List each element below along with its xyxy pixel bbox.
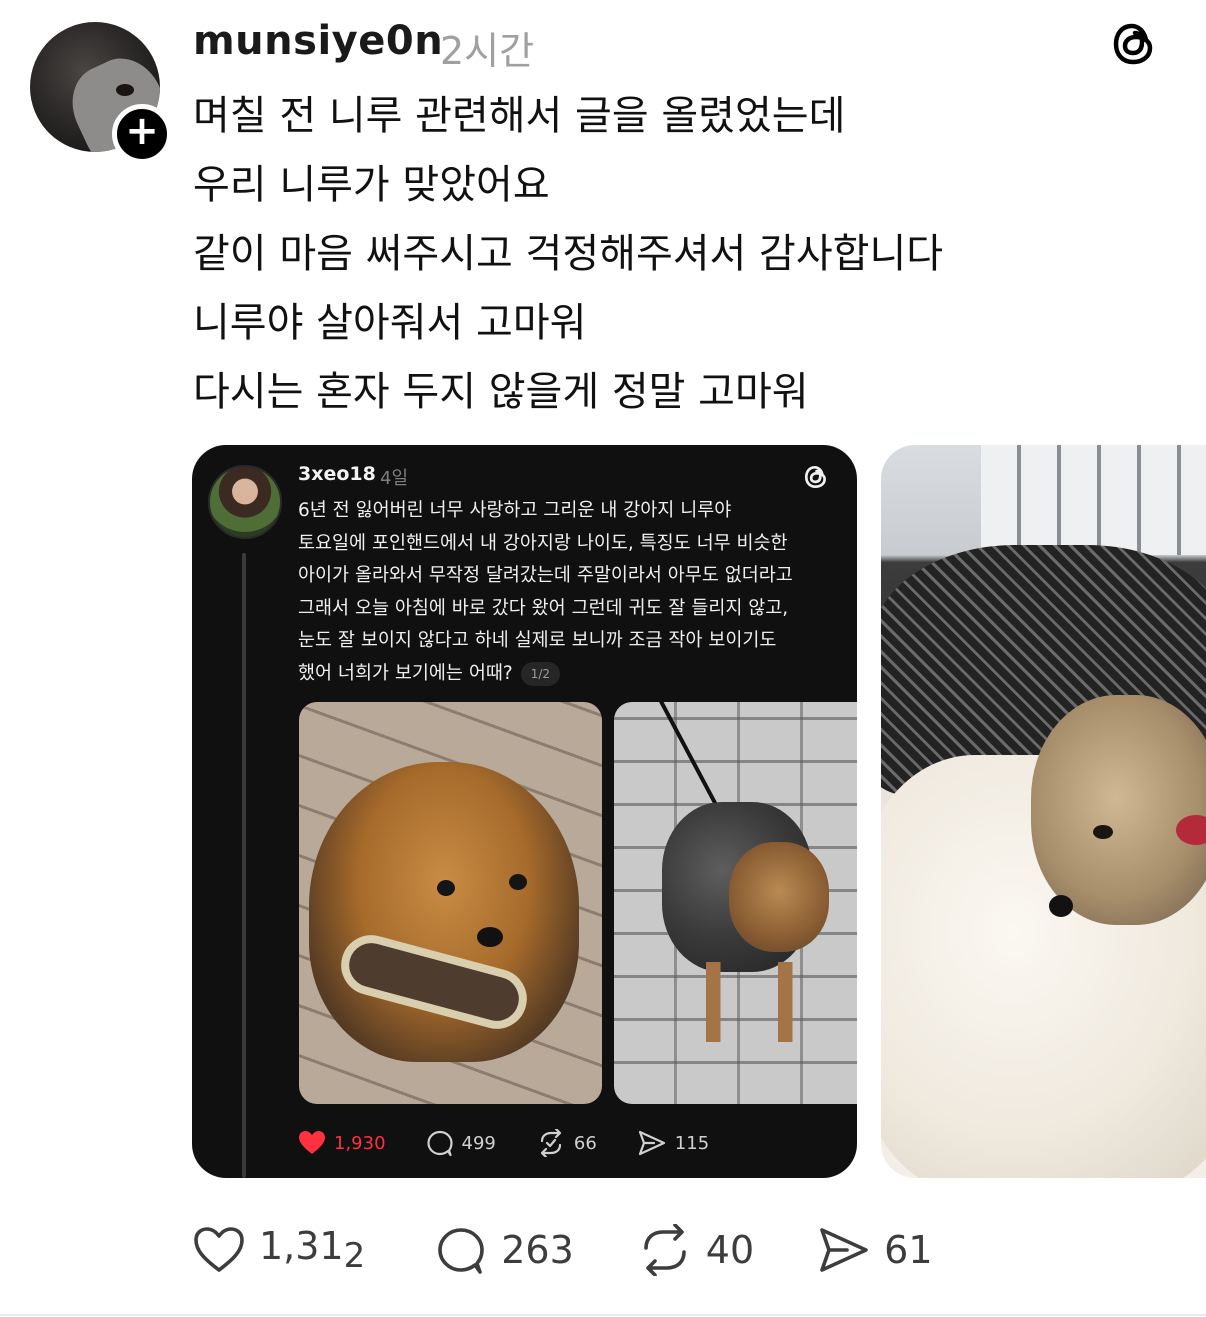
dog-eye — [509, 874, 527, 890]
threads-logo-icon[interactable] — [1108, 18, 1160, 70]
embedded-author-avatar — [208, 465, 282, 539]
embedded-likes-count: 1,930 — [334, 1132, 386, 1154]
avatar-photo-eye — [116, 84, 134, 96]
replies-count: 263 — [501, 1228, 574, 1272]
threads-logo-icon — [804, 465, 826, 489]
embedded-likes: 1,930 — [298, 1130, 386, 1156]
dog-legs — [694, 962, 814, 1042]
embedded-line: 토요일에 포인핸드에서 내 강아지랑 나이도, 특징도 너무 비슷한 — [298, 532, 788, 554]
dog-photo-attachment[interactable] — [881, 445, 1206, 1178]
embedded-replies-count: 499 — [461, 1132, 496, 1154]
likes-count: 1,312 — [259, 1224, 365, 1276]
embedded-line: 그래서 오늘 아침에 바로 갔다 왔어 그런데 귀도 잘 들리지 않고, — [298, 597, 789, 619]
embedded-line-text: 했어 너희가 보기에는 어때? — [298, 662, 513, 684]
embedded-action-bar: 1,930 499 66 115 — [298, 1128, 749, 1158]
post-line: 다시는 혼자 두지 않을게 정말 고마워 — [193, 369, 809, 415]
thread-line — [242, 553, 246, 1178]
share-icon — [638, 1130, 665, 1156]
comment-icon — [426, 1130, 453, 1157]
post-action-bar: 1,312 263 40 61 — [193, 1222, 933, 1278]
post-line: 우리 니루가 맞았어요 — [193, 162, 550, 208]
post-line: 며칠 전 니루 관련해서 글을 올렸었는데 — [193, 93, 846, 139]
divider — [0, 1314, 1206, 1316]
embedded-replies: 499 — [426, 1129, 496, 1157]
dog-eye — [1093, 825, 1113, 839]
embedded-username: 3xeo18 — [298, 463, 376, 485]
repost-icon — [540, 1129, 561, 1157]
embedded-shares-count: 115 — [674, 1132, 710, 1154]
embedded-line: 했어 너희가 보기에는 어때? 1/2 — [298, 658, 848, 691]
embedded-reposts-count: 66 — [573, 1132, 597, 1154]
embedded-line: 6년 전 잃어버린 너무 사랑하고 그리운 내 강아지 니루야 — [298, 500, 732, 521]
like-button[interactable]: 1,312 — [193, 1224, 365, 1276]
likes-count-main: 1,31 — [259, 1224, 344, 1268]
embedded-shares: 115 — [637, 1129, 709, 1157]
background-window — [981, 445, 1206, 555]
dog-nose — [1049, 895, 1073, 917]
embedded-reposts: 66 — [536, 1129, 597, 1157]
dog-head — [729, 842, 829, 952]
dog-eye — [437, 880, 455, 896]
plus-icon: + — [125, 108, 159, 154]
reposts-count: 40 — [705, 1228, 755, 1272]
heart-icon — [299, 1131, 325, 1154]
share-button[interactable]: 61 — [818, 1226, 933, 1274]
likes-count-tail: 2 — [343, 1236, 366, 1276]
repost-icon — [643, 1224, 686, 1276]
dog-figure — [309, 762, 579, 1062]
embedded-time: 4일 — [380, 468, 409, 489]
shares-count: 61 — [884, 1228, 933, 1272]
post-line: 니루야 살아줘서 고마워 — [193, 300, 587, 346]
author-username[interactable]: munsiye0n — [193, 18, 443, 64]
comment-icon — [438, 1228, 485, 1274]
dog-photo-2 — [614, 702, 857, 1104]
embedded-line: 눈도 잘 보이지 않다고 하네 실제로 보니까 조금 작아 보이기도 — [298, 630, 777, 652]
post-line: 같이 마음 써주시고 걱정해주셔서 감사합니다 — [193, 231, 944, 277]
post-body: 며칠 전 니루 관련해서 글을 올렸었는데 우리 니루가 맞았어요 같이 마음 … — [193, 82, 1173, 427]
heart-icon — [194, 1227, 244, 1272]
follow-plus-button[interactable]: + — [112, 104, 172, 164]
reply-button[interactable]: 263 — [435, 1224, 574, 1276]
page-indicator-badge: 1/2 — [520, 661, 560, 686]
post-time: 2시간 — [440, 29, 535, 73]
dog-figure — [1031, 695, 1206, 925]
repost-button[interactable]: 40 — [638, 1224, 754, 1276]
dog-photo-1 — [299, 702, 602, 1104]
share-icon — [820, 1228, 868, 1272]
embedded-post-image[interactable]: 3xeo18 4일 6년 전 잃어버린 너무 사랑하고 그리운 내 강아지 니루… — [192, 445, 857, 1178]
embedded-line: 아이가 올라와서 무작정 달려갔는데 주말이라서 아무도 없더라고 — [298, 565, 793, 587]
dog-nose — [477, 927, 503, 947]
embedded-post-body: 6년 전 잃어버린 너무 사랑하고 그리운 내 강아지 니루야 토요일에 포인핸… — [298, 495, 848, 691]
